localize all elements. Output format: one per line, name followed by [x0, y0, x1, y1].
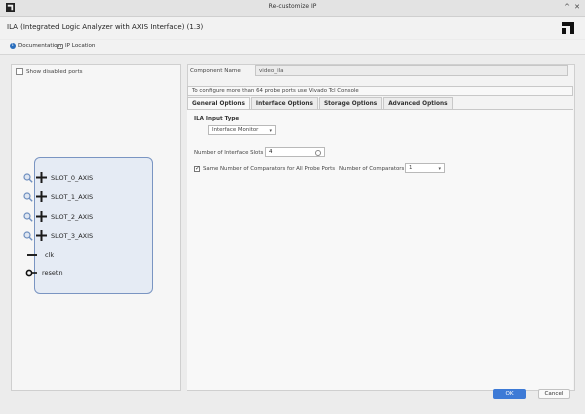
- show-disabled-ports-checkbox[interactable]: Show disabled ports: [16, 68, 83, 75]
- dialog-header: ILA (Integrated Logic Analyzer with AXIS…: [0, 17, 585, 39]
- ila-input-type-value: Interface Monitor: [212, 127, 259, 133]
- port-label: SLOT_2_AXIS: [51, 212, 94, 221]
- port-row-resetn: resetn: [25, 269, 63, 277]
- port-row-clk: clk: [27, 251, 54, 259]
- port-row-slot-0[interactable]: SLOT_0_AXIS: [23, 172, 93, 183]
- component-name-input[interactable]: video_ila: [255, 65, 568, 76]
- ila-input-type-label: ILA Input Type: [194, 116, 240, 122]
- zoom-icon[interactable]: [23, 211, 33, 222]
- clk-label: clk: [45, 251, 55, 259]
- chevron-down-icon: ▾: [438, 166, 441, 172]
- num-slots-input[interactable]: 4: [265, 147, 325, 157]
- chevron-down-icon: ▾: [269, 128, 272, 134]
- expand-plus-icon[interactable]: [36, 211, 47, 222]
- num-comparators-value: 1: [409, 165, 413, 171]
- resetn-label: resetn: [42, 269, 63, 277]
- tab-storage-options[interactable]: Storage Options: [318, 97, 383, 109]
- checkbox-box[interactable]: [16, 68, 23, 75]
- folder-icon: [57, 43, 63, 49]
- port-row-slot-3[interactable]: SLOT_3_AXIS: [23, 230, 93, 241]
- window-titlebar: Re-customize IP ^ ✕: [0, 0, 585, 17]
- expand-plus-icon[interactable]: [36, 191, 47, 202]
- ila-input-type-select[interactable]: Interface Monitor ▾: [208, 125, 276, 135]
- ip-location-link[interactable]: IP Location: [57, 43, 95, 49]
- ok-button[interactable]: OK: [493, 389, 526, 399]
- range-info-icon: [315, 150, 321, 156]
- num-comparators-select[interactable]: 1 ▾: [405, 163, 445, 173]
- component-name-label: Component Name: [190, 68, 241, 74]
- tab-general-options[interactable]: General Options: [187, 97, 250, 109]
- window-title: Re-customize IP: [268, 3, 317, 10]
- num-slots-label: Number of Interface Slots: [194, 150, 264, 156]
- port-label: SLOT_1_AXIS: [51, 192, 94, 201]
- show-disabled-ports-label: Show disabled ports: [26, 68, 83, 75]
- port-label: SLOT_0_AXIS: [51, 173, 94, 182]
- same-comparators-checkbox[interactable]: Same Number of Comparators for All Probe…: [194, 165, 336, 172]
- amd-logo-icon: [562, 22, 574, 34]
- zoom-icon[interactable]: [23, 230, 33, 241]
- documentation-label: Documentation: [18, 43, 62, 49]
- num-slots-value: 4: [269, 149, 273, 155]
- port-row-slot-2[interactable]: SLOT_2_AXIS: [23, 211, 93, 222]
- num-comparators-label: Number of Comparators: [339, 166, 405, 172]
- expand-plus-icon[interactable]: [36, 172, 47, 183]
- options-tabs: General Options Interface Options Storag…: [187, 97, 454, 109]
- close-button[interactable]: ✕: [574, 3, 580, 12]
- checkbox-checked[interactable]: [194, 165, 200, 172]
- port-label: SLOT_3_AXIS: [51, 231, 94, 240]
- info-icon: [10, 42, 16, 49]
- tab-advanced-options[interactable]: Advanced Options: [383, 97, 453, 109]
- maximize-button[interactable]: ^: [564, 3, 570, 12]
- zoom-icon[interactable]: [23, 172, 33, 183]
- ip-title: ILA (Integrated Logic Analyzer with AXIS…: [7, 23, 204, 31]
- cancel-button[interactable]: Cancel: [538, 389, 570, 399]
- same-comparators-label: Same Number of Comparators for All Probe…: [203, 166, 336, 172]
- port-row-slot-1[interactable]: SLOT_1_AXIS: [23, 191, 93, 202]
- documentation-link[interactable]: Documentation: [10, 42, 62, 49]
- expand-plus-icon[interactable]: [36, 230, 47, 241]
- reset-pin-icon: [25, 269, 37, 277]
- zoom-icon[interactable]: [23, 191, 33, 202]
- clk-pin: [27, 254, 37, 256]
- tab-interface-options[interactable]: Interface Options: [250, 97, 318, 109]
- info-message: To configure more than 64 probe ports us…: [187, 86, 573, 96]
- dialog-toolbar: Documentation IP Location: [0, 40, 585, 55]
- ip-location-label: IP Location: [65, 43, 96, 49]
